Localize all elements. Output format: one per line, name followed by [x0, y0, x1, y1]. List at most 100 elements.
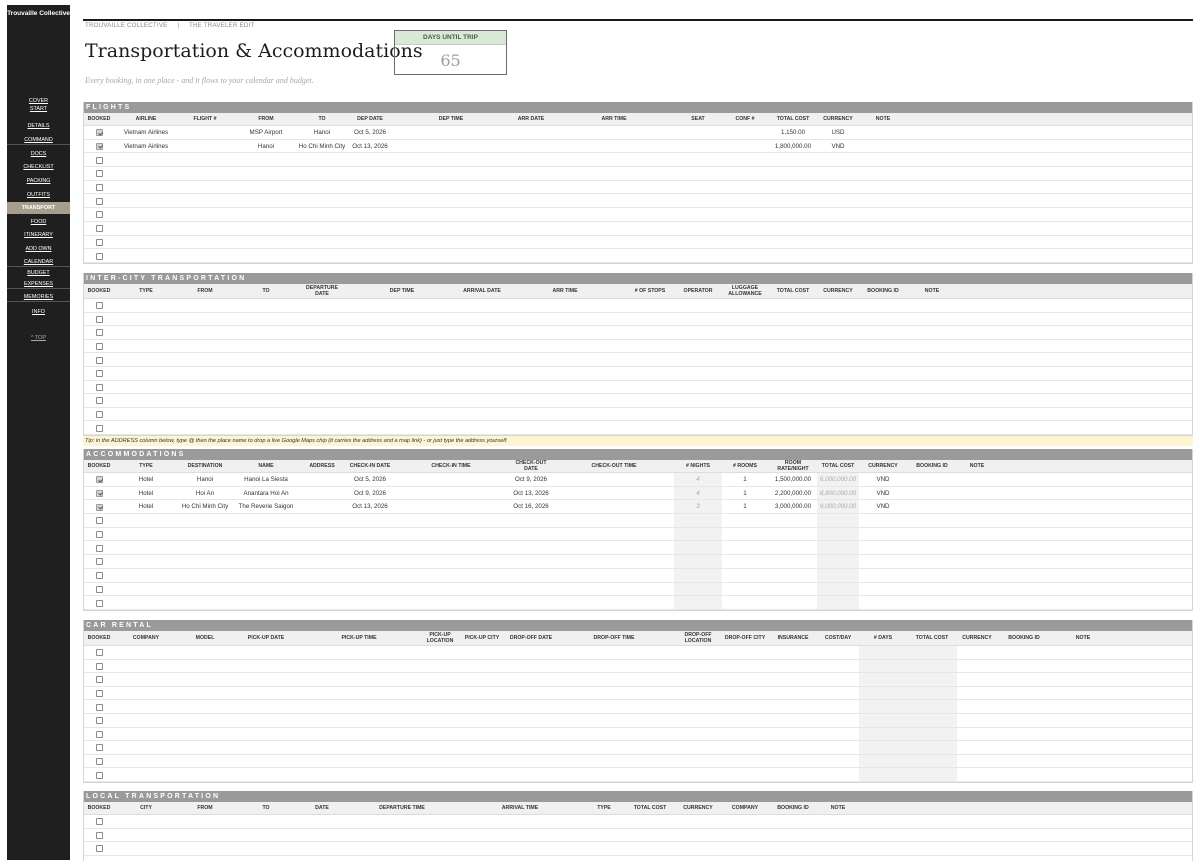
dep-date-cell[interactable]: Oct 13, 2026: [352, 140, 387, 153]
booked-checkbox[interactable]: [96, 517, 103, 525]
booked-checkbox[interactable]: [96, 211, 103, 219]
booked-checkbox[interactable]: [96, 771, 103, 779]
total-cost-cell[interactable]: 1,150.00: [781, 126, 805, 139]
booked-checkbox[interactable]: [96, 831, 103, 839]
type-cell[interactable]: Hotel: [139, 500, 153, 513]
nights-cell[interactable]: 4: [696, 473, 699, 486]
name-cell[interactable]: Hanoi La Siesta: [244, 473, 288, 486]
type-cell[interactable]: Hotel: [139, 487, 153, 500]
dep-date-cell[interactable]: Oct 5, 2026: [354, 126, 386, 139]
booked-checkbox[interactable]: [96, 503, 103, 511]
rooms-cell[interactable]: 1: [743, 473, 746, 486]
currency-cell[interactable]: VND: [876, 500, 889, 513]
booked-checkbox[interactable]: [96, 730, 103, 738]
booked-checkbox[interactable]: [96, 599, 103, 607]
booked-checkbox[interactable]: [96, 845, 103, 853]
currency-cell[interactable]: USD: [831, 126, 844, 139]
to-cell[interactable]: Ho Chi Minh City: [299, 140, 345, 153]
sidebar-item-docs[interactable]: DOCS: [7, 149, 70, 159]
sidebar-item-memories[interactable]: MEMORIES: [7, 292, 70, 302]
sidebar-item-calendar[interactable]: CALENDAR: [7, 257, 70, 267]
booked-checkbox[interactable]: [96, 424, 103, 432]
booked-checkbox[interactable]: [96, 818, 103, 826]
booked-checkbox[interactable]: [96, 758, 103, 766]
check-in-cell[interactable]: Oct 5, 2026: [354, 473, 386, 486]
nights-cell[interactable]: 4: [696, 487, 699, 500]
booked-checkbox[interactable]: [96, 703, 103, 711]
name-cell[interactable]: Anantara Hoi An: [243, 487, 288, 500]
booked-checkbox[interactable]: [96, 572, 103, 580]
sidebar-item-command[interactable]: COMMAND: [7, 135, 70, 145]
booked-checkbox[interactable]: [96, 129, 103, 137]
booked-checkbox[interactable]: [96, 662, 103, 670]
sidebar-item-checklist[interactable]: CHECKLIST: [7, 162, 70, 172]
sidebar-item-start[interactable]: START: [7, 104, 70, 114]
currency-cell[interactable]: VND: [831, 140, 844, 153]
rooms-cell[interactable]: 1: [743, 487, 746, 500]
currency-cell[interactable]: VND: [876, 473, 889, 486]
check-out-cell[interactable]: Oct 9, 2026: [515, 473, 547, 486]
booked-checkbox[interactable]: [96, 397, 103, 405]
check-out-cell[interactable]: Oct 13, 2026: [513, 487, 548, 500]
booked-checkbox[interactable]: [96, 411, 103, 419]
booked-checkbox[interactable]: [96, 383, 103, 391]
type-cell[interactable]: Hotel: [139, 473, 153, 486]
to-cell[interactable]: Hanoi: [314, 126, 330, 139]
booked-checkbox[interactable]: [96, 690, 103, 698]
booked-checkbox[interactable]: [96, 329, 103, 337]
sidebar-item-add-own[interactable]: ADD OWN: [7, 244, 70, 254]
total-cost-cell[interactable]: 8,800,000.00: [820, 487, 856, 500]
currency-cell[interactable]: VND: [876, 487, 889, 500]
from-cell[interactable]: MSP Airport: [250, 126, 283, 139]
airline-cell[interactable]: Vietnam Airlines: [124, 140, 168, 153]
rate-cell[interactable]: 2,200,000.00: [775, 487, 811, 500]
sidebar-item-food[interactable]: FOOD: [7, 217, 70, 227]
name-cell[interactable]: The Reverie Saigon: [239, 500, 294, 513]
total-cost-cell[interactable]: 6,000,000.00: [820, 473, 856, 486]
booked-checkbox[interactable]: [96, 585, 103, 593]
sidebar-item-info[interactable]: INFO: [7, 307, 70, 317]
booked-checkbox[interactable]: [96, 238, 103, 246]
booked-checkbox[interactable]: [96, 343, 103, 351]
booked-checkbox[interactable]: [96, 356, 103, 364]
sidebar-item-details[interactable]: DETAILS: [7, 121, 70, 131]
destination-cell[interactable]: Hoi An: [196, 487, 214, 500]
sidebar-item-budget[interactable]: BUDGET: [7, 268, 70, 278]
sidebar-item-expenses[interactable]: EXPENSES: [7, 279, 70, 289]
total-cost-cell[interactable]: 1,800,000.00: [775, 140, 811, 153]
booked-checkbox[interactable]: [96, 197, 103, 205]
total-cost-cell[interactable]: 9,000,000.00: [820, 500, 856, 513]
booked-checkbox[interactable]: [96, 370, 103, 378]
booked-checkbox[interactable]: [96, 531, 103, 539]
booked-checkbox[interactable]: [96, 156, 103, 164]
rate-cell[interactable]: 3,000,000.00: [775, 500, 811, 513]
booked-checkbox[interactable]: [96, 315, 103, 323]
nights-cell[interactable]: 3: [696, 500, 699, 513]
check-in-cell[interactable]: Oct 9, 2026: [354, 487, 386, 500]
check-in-cell[interactable]: Oct 13, 2026: [352, 500, 387, 513]
from-cell[interactable]: Hanoi: [258, 140, 274, 153]
booked-checkbox[interactable]: [96, 184, 103, 192]
booked-checkbox[interactable]: [96, 649, 103, 657]
booked-checkbox[interactable]: [96, 558, 103, 566]
booked-checkbox[interactable]: [96, 302, 103, 310]
booked-checkbox[interactable]: [96, 225, 103, 233]
rate-cell[interactable]: 1,500,000.00: [775, 473, 811, 486]
booked-checkbox[interactable]: [96, 476, 103, 484]
sidebar-item-packing[interactable]: PACKING: [7, 176, 70, 186]
booked-checkbox[interactable]: [96, 744, 103, 752]
booked-checkbox[interactable]: [96, 544, 103, 552]
airline-cell[interactable]: Vietnam Airlines: [124, 126, 168, 139]
rooms-cell[interactable]: 1: [743, 500, 746, 513]
destination-cell[interactable]: Ho Chi Minh City: [182, 500, 228, 513]
booked-checkbox[interactable]: [96, 490, 103, 498]
booked-checkbox[interactable]: [96, 676, 103, 684]
back-to-top-link[interactable]: ^ TOP: [7, 335, 70, 341]
booked-checkbox[interactable]: [96, 143, 103, 151]
check-out-cell[interactable]: Oct 16, 2026: [513, 500, 548, 513]
sidebar-item-outfits[interactable]: OUTFITS: [7, 190, 70, 200]
destination-cell[interactable]: Hanoi: [197, 473, 213, 486]
booked-checkbox[interactable]: [96, 170, 103, 178]
sidebar-item-itinerary[interactable]: ITINERARY: [7, 230, 70, 240]
sidebar-item-transport[interactable]: TRANSPORT: [7, 202, 70, 214]
